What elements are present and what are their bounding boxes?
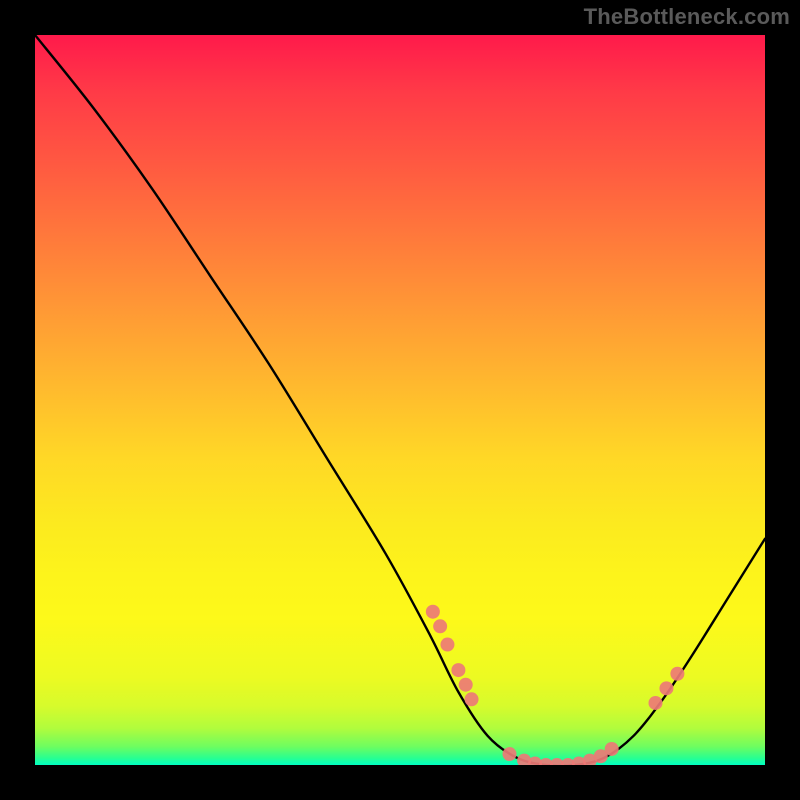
marker-dot bbox=[659, 681, 673, 695]
marker-dot bbox=[670, 667, 684, 681]
marker-dot bbox=[465, 692, 479, 706]
marker-dot bbox=[649, 696, 663, 710]
bottleneck-curve bbox=[35, 35, 765, 765]
plot-area bbox=[35, 35, 765, 765]
marker-dot bbox=[440, 638, 454, 652]
marker-dot bbox=[433, 619, 447, 633]
marker-dot bbox=[503, 747, 517, 761]
highlighted-points bbox=[426, 605, 685, 765]
marker-dot bbox=[605, 742, 619, 756]
attribution-label: TheBottleneck.com bbox=[584, 4, 790, 30]
chart-frame: TheBottleneck.com bbox=[0, 0, 800, 800]
marker-dot bbox=[451, 663, 465, 677]
marker-dot bbox=[426, 605, 440, 619]
marker-dot bbox=[459, 678, 473, 692]
curve-layer bbox=[35, 35, 765, 765]
